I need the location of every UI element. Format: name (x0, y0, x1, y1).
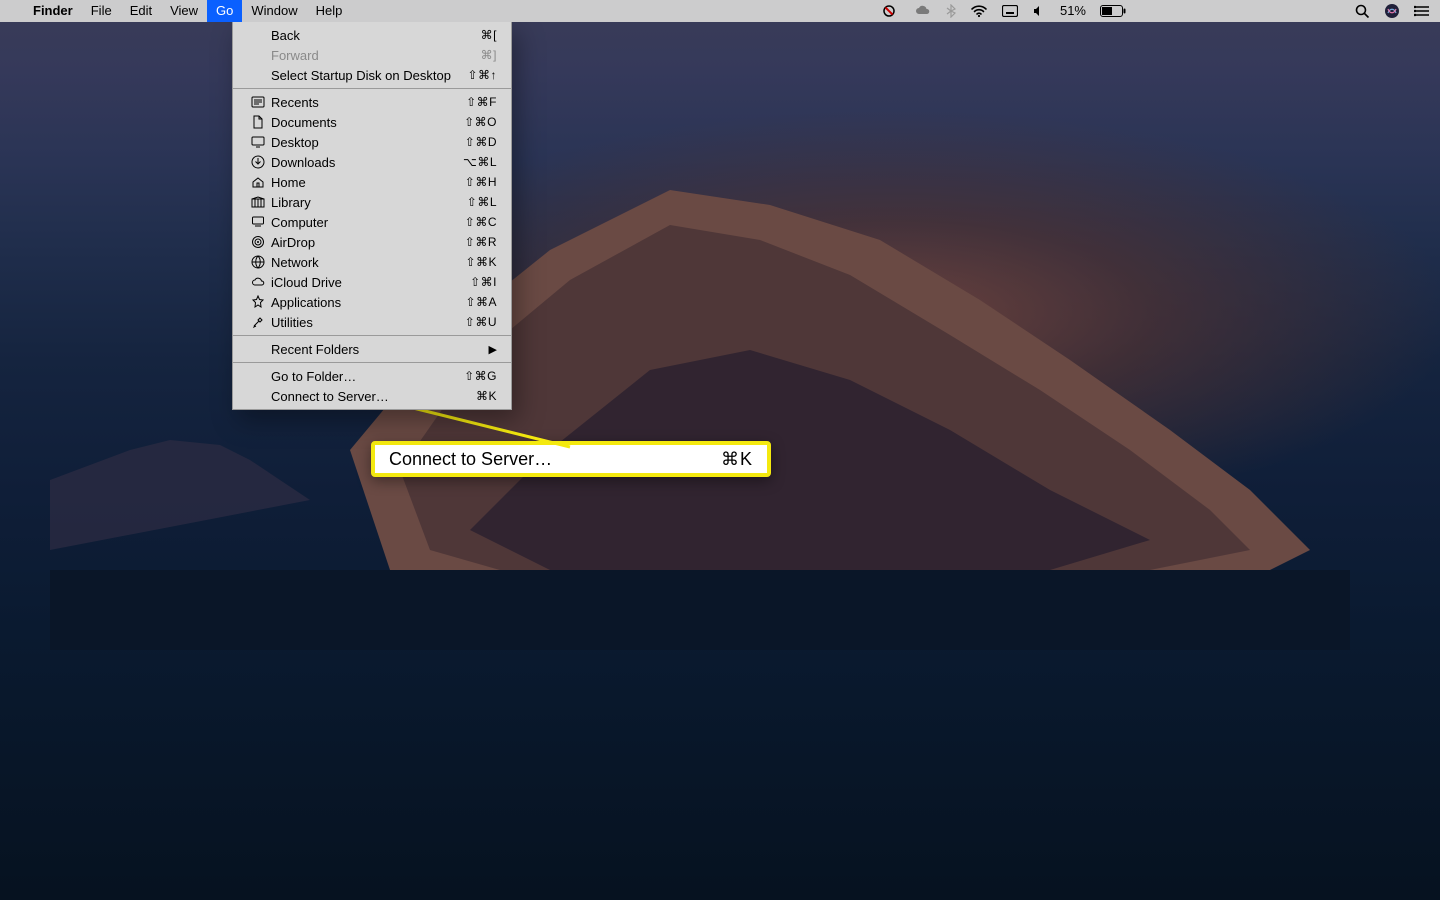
menu-item-label: AirDrop (271, 235, 315, 250)
apple-menu[interactable] (12, 0, 24, 22)
menu-item-label: Applications (271, 295, 341, 310)
desktop-icon (251, 135, 265, 149)
menu-separator (233, 362, 511, 363)
menu-item-shortcut: ⇧⌘H (465, 175, 497, 189)
menu-go[interactable]: Go (207, 0, 242, 22)
go-dropdown: Back ⌘[ Forward ⌘] Select Startup Disk o… (232, 22, 512, 410)
menu-home[interactable]: Home ⇧⌘H (233, 172, 511, 192)
menu-file[interactable]: File (82, 0, 121, 22)
app-name-menu[interactable]: Finder (24, 0, 82, 22)
menu-item-label: Recents (271, 95, 319, 110)
network-icon (251, 255, 265, 269)
callout-label: Connect to Server… (389, 449, 552, 470)
menu-item-label: Go to Folder… (271, 369, 356, 384)
menu-item-shortcut: ⌘] (481, 48, 497, 62)
menubar-left: Finder File Edit View Go Window Help (0, 0, 351, 22)
menu-item-shortcut: ⌘[ (481, 28, 497, 42)
menu-item-shortcut: ⇧⌘O (464, 115, 497, 129)
menu-separator (233, 88, 511, 89)
menu-desktop[interactable]: Desktop ⇧⌘D (233, 132, 511, 152)
menu-select-startup-disk[interactable]: Select Startup Disk on Desktop ⇧⌘↑ (233, 65, 511, 85)
sound-icon[interactable] (1032, 0, 1046, 22)
menu-item-shortcut: ⌥⌘L (463, 155, 497, 169)
menu-item-label: Documents (271, 115, 337, 130)
bluetooth-icon[interactable] (946, 0, 956, 22)
menu-item-shortcut: ⇧⌘↑ (467, 68, 497, 82)
menu-item-shortcut: ⌘K (476, 389, 497, 403)
menu-view[interactable]: View (161, 0, 207, 22)
menu-item-shortcut: ⇧⌘U (465, 315, 497, 329)
menu-recents[interactable]: Recents ⇧⌘F (233, 92, 511, 112)
computer-icon (251, 215, 265, 229)
menu-item-shortcut: ⇧⌘K (465, 255, 497, 269)
annotation-callout: Connect to Server… ⌘K (371, 441, 771, 477)
menu-item-shortcut: ⇧⌘I (470, 275, 497, 289)
menu-network[interactable]: Network ⇧⌘K (233, 252, 511, 272)
menu-documents[interactable]: Documents ⇧⌘O (233, 112, 511, 132)
library-icon (251, 195, 265, 209)
menubar: Finder File Edit View Go Window Help 51% (0, 0, 1440, 22)
menu-forward: Forward ⌘] (233, 45, 511, 65)
menu-item-label: Select Startup Disk on Desktop (271, 68, 451, 83)
menu-window[interactable]: Window (242, 0, 306, 22)
menu-utilities[interactable]: Utilities ⇧⌘U (233, 312, 511, 332)
menu-item-shortcut: ⇧⌘D (465, 135, 497, 149)
menu-item-label: Utilities (271, 315, 313, 330)
notification-center-icon[interactable] (1414, 0, 1430, 22)
callout-shortcut: ⌘K (721, 449, 753, 470)
cloud-icon[interactable] (914, 0, 932, 22)
downloads-icon (251, 155, 265, 169)
menu-item-label: iCloud Drive (271, 275, 342, 290)
battery-text: 51% (1060, 0, 1086, 22)
menu-go-to-folder[interactable]: Go to Folder… ⇧⌘G (233, 366, 511, 386)
home-icon (251, 175, 265, 189)
menu-item-shortcut: ⇧⌘G (464, 369, 497, 383)
spotlight-icon[interactable] (1354, 0, 1370, 22)
menu-item-shortcut: ⇧⌘L (467, 195, 497, 209)
menu-item-label: Connect to Server… (271, 389, 389, 404)
menu-item-label: Forward (271, 48, 319, 63)
menu-item-shortcut: ⇧⌘F (466, 95, 497, 109)
menu-item-label: Recent Folders (271, 342, 359, 357)
menu-recent-folders[interactable]: Recent Folders ▶ (233, 339, 511, 359)
menu-item-label: Computer (271, 215, 328, 230)
menu-connect-to-server[interactable]: Connect to Server… ⌘K (233, 386, 511, 406)
screenrecord-icon[interactable] (882, 0, 900, 22)
menu-help[interactable]: Help (307, 0, 352, 22)
menu-back[interactable]: Back ⌘[ (233, 25, 511, 45)
menu-item-label: Downloads (271, 155, 335, 170)
menu-downloads[interactable]: Downloads ⌥⌘L (233, 152, 511, 172)
menu-item-label: Library (271, 195, 311, 210)
submenu-arrow-icon: ▶ (489, 343, 497, 356)
menu-item-label: Home (271, 175, 306, 190)
siri-icon[interactable] (1384, 0, 1400, 22)
menu-item-shortcut: ⇧⌘R (465, 235, 497, 249)
keyboard-icon[interactable] (1002, 0, 1018, 22)
menubar-right: 51% (882, 0, 1440, 22)
menu-item-label: Back (271, 28, 300, 43)
utilities-icon (251, 315, 265, 329)
wifi-icon[interactable] (970, 0, 988, 22)
menu-item-shortcut: ⇧⌘C (465, 215, 497, 229)
airdrop-icon (251, 235, 265, 249)
menu-item-label: Desktop (271, 135, 319, 150)
menu-item-label: Network (271, 255, 319, 270)
battery-icon[interactable] (1100, 0, 1126, 22)
recents-icon (251, 95, 265, 109)
documents-icon (251, 115, 265, 129)
applications-icon (251, 295, 265, 309)
menu-applications[interactable]: Applications ⇧⌘A (233, 292, 511, 312)
menu-computer[interactable]: Computer ⇧⌘C (233, 212, 511, 232)
menu-airdrop[interactable]: AirDrop ⇧⌘R (233, 232, 511, 252)
menu-library[interactable]: Library ⇧⌘L (233, 192, 511, 212)
icloud-icon (251, 275, 265, 289)
menu-icloud-drive[interactable]: iCloud Drive ⇧⌘I (233, 272, 511, 292)
menu-separator (233, 335, 511, 336)
menu-item-shortcut: ⇧⌘A (465, 295, 497, 309)
menu-edit[interactable]: Edit (121, 0, 161, 22)
